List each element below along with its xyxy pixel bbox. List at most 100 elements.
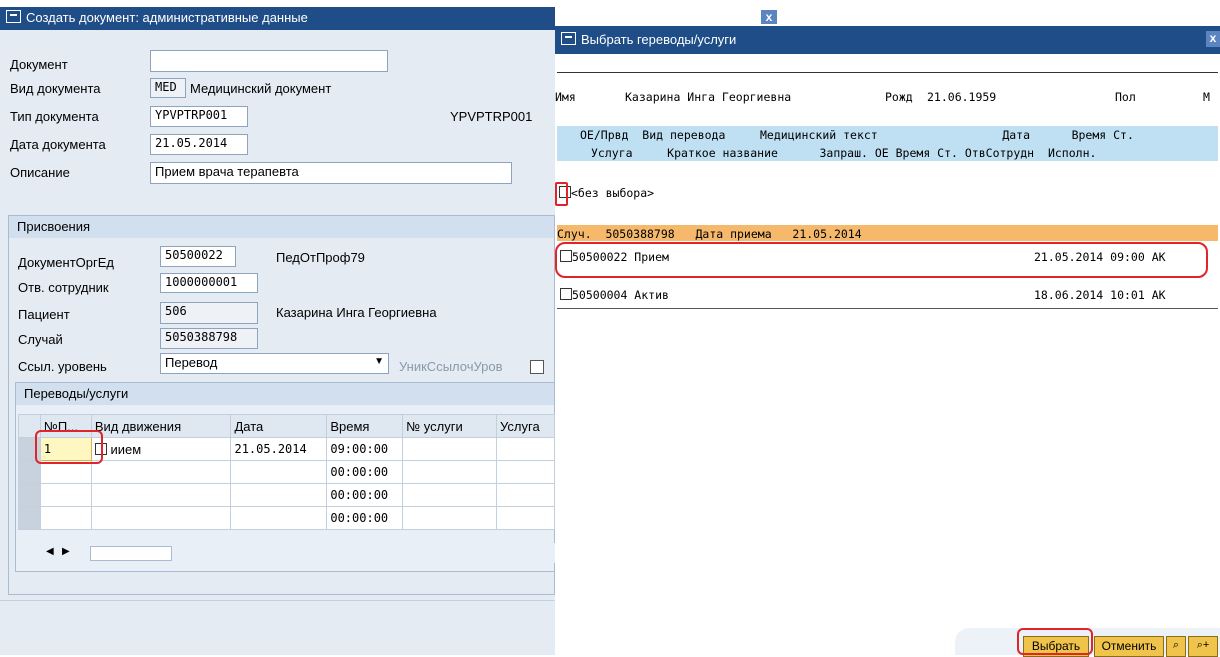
table-cell[interactable]: 00:00:00	[326, 460, 404, 484]
divider	[0, 600, 555, 601]
transfers-header: Переводы/услуги	[16, 383, 554, 405]
patient-name: Казарина Инга Георгиевна	[276, 305, 437, 320]
doc-type-name: Медицинский документ	[190, 81, 332, 96]
org-unit-input[interactable]: 50500022	[160, 246, 236, 267]
doc-kind-input[interactable]: YPVPTRP001	[150, 106, 248, 127]
binoculars-icon[interactable]: ⌕	[1166, 636, 1186, 657]
unique-ref-label: УникСсылочУров	[399, 359, 503, 374]
doc-date-label: Дата документа	[10, 137, 106, 152]
table-cell[interactable]	[90, 506, 232, 530]
birth-value: 21.06.1959	[927, 90, 997, 104]
table-cell[interactable]	[230, 483, 328, 507]
ref-level-select[interactable]: Перевод ▼	[160, 353, 389, 374]
birth-label: Рожд	[885, 90, 913, 104]
column-header[interactable]: Время	[326, 414, 404, 438]
column-header[interactable]: № услуги	[402, 414, 498, 438]
no-selection-label: <без выбора>	[571, 186, 655, 200]
sex-label: Пол	[1115, 90, 1136, 104]
row-selector[interactable]	[18, 506, 41, 530]
case-label: Случай	[18, 332, 63, 347]
row-selector[interactable]	[18, 483, 41, 507]
column-header[interactable]: Услуга	[496, 414, 555, 438]
main-window-body: Документ Вид документа MED Медицинский д…	[0, 30, 555, 655]
ref-level-label: Ссыл. уровень	[18, 359, 107, 374]
table-cell[interactable]: иием	[90, 437, 232, 461]
table-row: 00:00:00	[18, 483, 555, 507]
doc-kind-description: YPVPTRP001	[450, 109, 533, 124]
list-header-row2: Услуга Краткое название Запраш. ОЕ Время…	[591, 146, 1097, 160]
name-value: Казарина Инга Георгиевна	[625, 90, 792, 104]
row-selector[interactable]	[18, 460, 41, 484]
item-label: 50500004 Актив	[572, 288, 669, 302]
case-id: 5050388798	[160, 328, 258, 349]
column-header[interactable]: Вид движения	[90, 414, 232, 438]
cancel-button[interactable]: Отменить	[1094, 636, 1164, 657]
description-label: Описание	[10, 165, 70, 180]
item-datetime: 18.06.2014 10:01 АК	[1034, 288, 1166, 302]
list-item[interactable]: 50500004 Актив	[560, 288, 669, 302]
document-input[interactable]	[150, 50, 388, 72]
table-cell[interactable]	[39, 483, 92, 507]
scroll-right-icon[interactable]: ▶	[62, 546, 70, 557]
case-line: Случ. 5050388798 Дата приема 21.05.2014	[557, 227, 862, 241]
dialog-title: Выбрать гереводы/услуги	[581, 32, 737, 47]
table-cell[interactable]: 00:00:00	[326, 483, 404, 507]
table-cell[interactable]	[90, 483, 232, 507]
table-cell[interactable]	[496, 460, 555, 484]
scroll-thumb[interactable]	[90, 546, 172, 561]
patient-id: 506	[160, 302, 258, 324]
column-header[interactable]: Дата	[230, 414, 328, 438]
dialog-close-icon[interactable]: x	[1206, 31, 1220, 47]
highlight-frame	[555, 182, 568, 206]
table-cell[interactable]	[496, 437, 555, 461]
table-row: 00:00:00	[18, 506, 555, 530]
divider	[557, 72, 1218, 73]
checkbox[interactable]	[560, 288, 572, 300]
dialog-titlebar: Выбрать гереводы/услуги	[555, 26, 1220, 54]
assignments-header: Присвоения	[9, 216, 554, 238]
table-cell[interactable]	[402, 483, 498, 507]
ref-level-value: Перевод	[165, 355, 218, 370]
table-cell[interactable]	[402, 437, 498, 461]
table-cell[interactable]	[496, 483, 555, 507]
table-cell[interactable]	[90, 460, 232, 484]
table-cell[interactable]	[39, 506, 92, 530]
scroll-left-icon[interactable]: ◀	[46, 546, 54, 557]
sex-value: М	[1203, 90, 1210, 104]
find-next-icon[interactable]: ⌕+	[1188, 636, 1218, 657]
highlight-frame	[1017, 628, 1093, 655]
movement-value: иием	[110, 441, 142, 457]
org-unit-label: ДокументОргЕд	[18, 255, 115, 270]
table-cell[interactable]	[402, 460, 498, 484]
table-cell[interactable]	[402, 506, 498, 530]
highlight-frame	[555, 242, 1208, 278]
window-icon	[561, 32, 576, 45]
unique-ref-checkbox[interactable]	[530, 360, 544, 374]
no-selection-item[interactable]: <без выбора>	[559, 186, 654, 200]
table-cell[interactable]	[230, 506, 328, 530]
list-header-row1: ОЕ/Првд Вид перевода Медицинский текст Д…	[580, 128, 1134, 142]
main-window-title: Создать документ: административные данны…	[26, 10, 308, 25]
employee-input[interactable]: 1000000001	[160, 273, 258, 293]
table-cell[interactable]: 21.05.2014	[230, 437, 328, 461]
divider	[557, 308, 1218, 309]
dropdown-arrow-icon[interactable]: ▼	[374, 356, 384, 367]
window-icon	[6, 10, 21, 23]
description-input[interactable]: Прием врача терапевта	[150, 162, 512, 184]
doc-date-input[interactable]: 21.05.2014	[150, 134, 248, 155]
doc-kind-label: Тип документа	[10, 109, 99, 124]
name-label: Имя	[555, 90, 576, 104]
doc-type-label: Вид документа	[10, 81, 101, 96]
table-cell[interactable]: 09:00:00	[326, 437, 404, 461]
table-row: 00:00:00	[18, 460, 555, 484]
patient-label: Пациент	[18, 307, 70, 322]
horizontal-scrollbar[interactable]: ◀ ▶	[40, 543, 555, 563]
dialog-body: Имя Казарина Инга Георгиевна Рожд 21.06.…	[555, 54, 1220, 657]
main-window-close-icon[interactable]: x	[761, 10, 777, 24]
employee-label: Отв. сотрудник	[18, 280, 109, 295]
table-cell[interactable]	[496, 506, 555, 530]
doc-type-code: MED	[150, 78, 186, 98]
main-window-titlebar: Создать документ: административные данны…	[0, 7, 555, 30]
table-cell[interactable]: 00:00:00	[326, 506, 404, 530]
table-cell[interactable]	[230, 460, 328, 484]
